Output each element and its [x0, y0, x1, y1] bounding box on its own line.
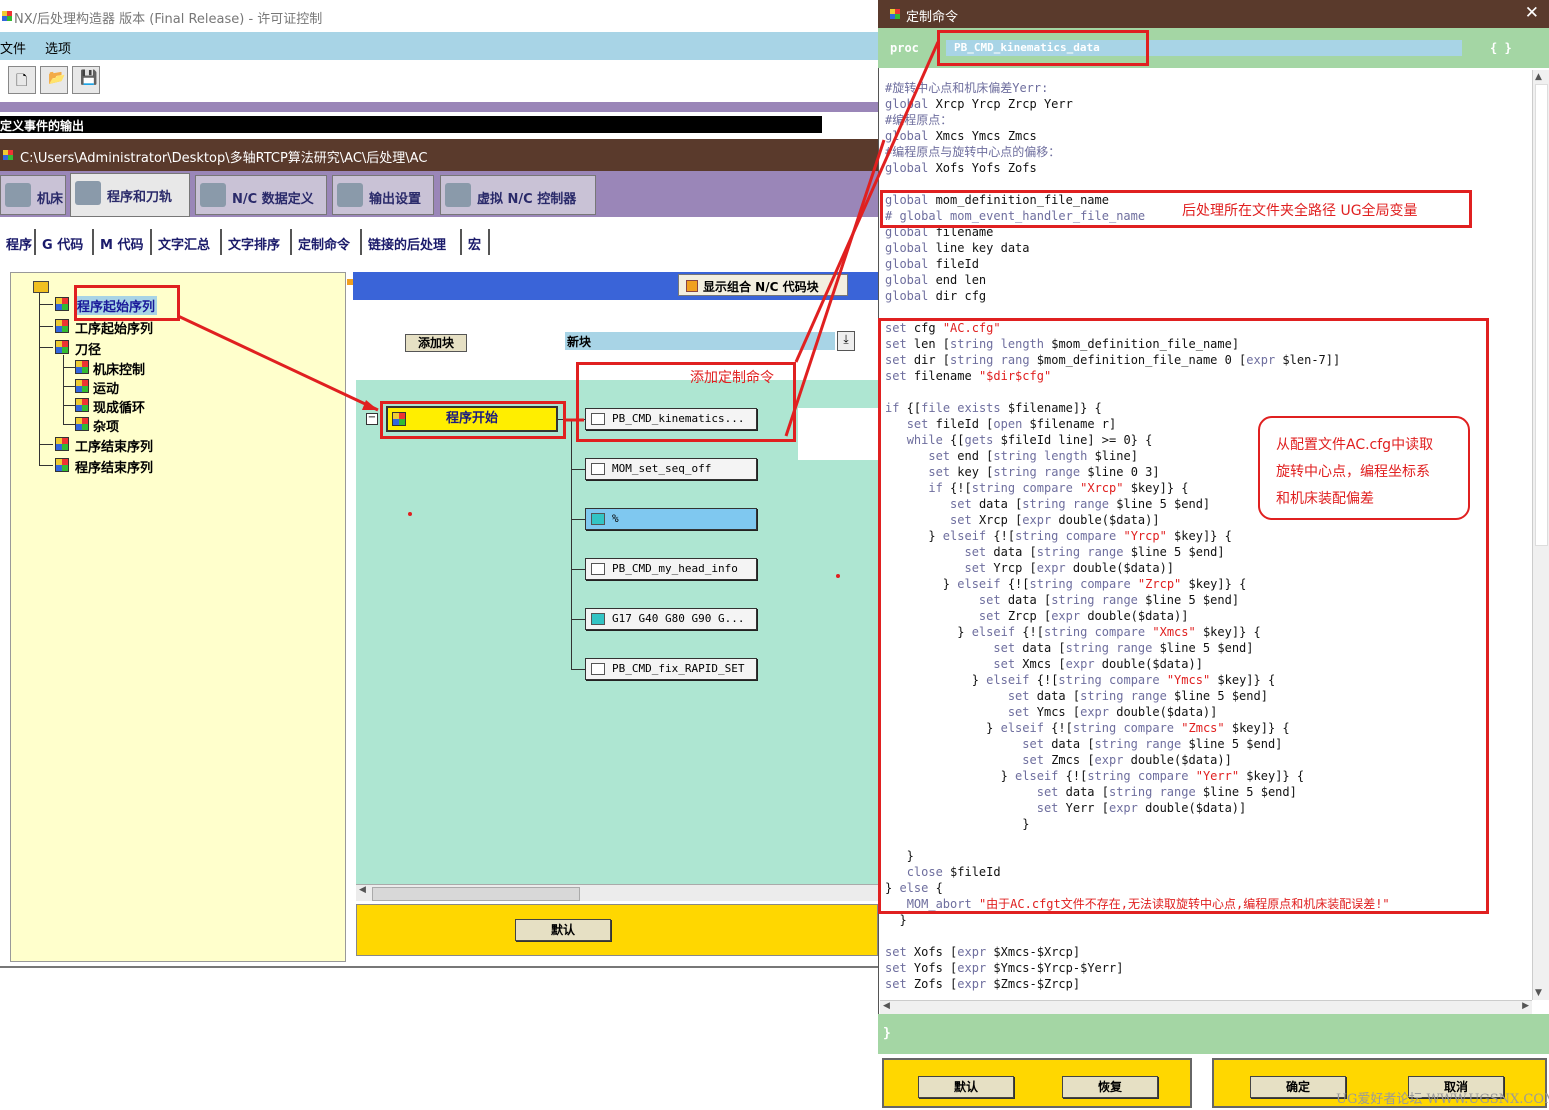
annotation-arrows [177, 41, 940, 437]
